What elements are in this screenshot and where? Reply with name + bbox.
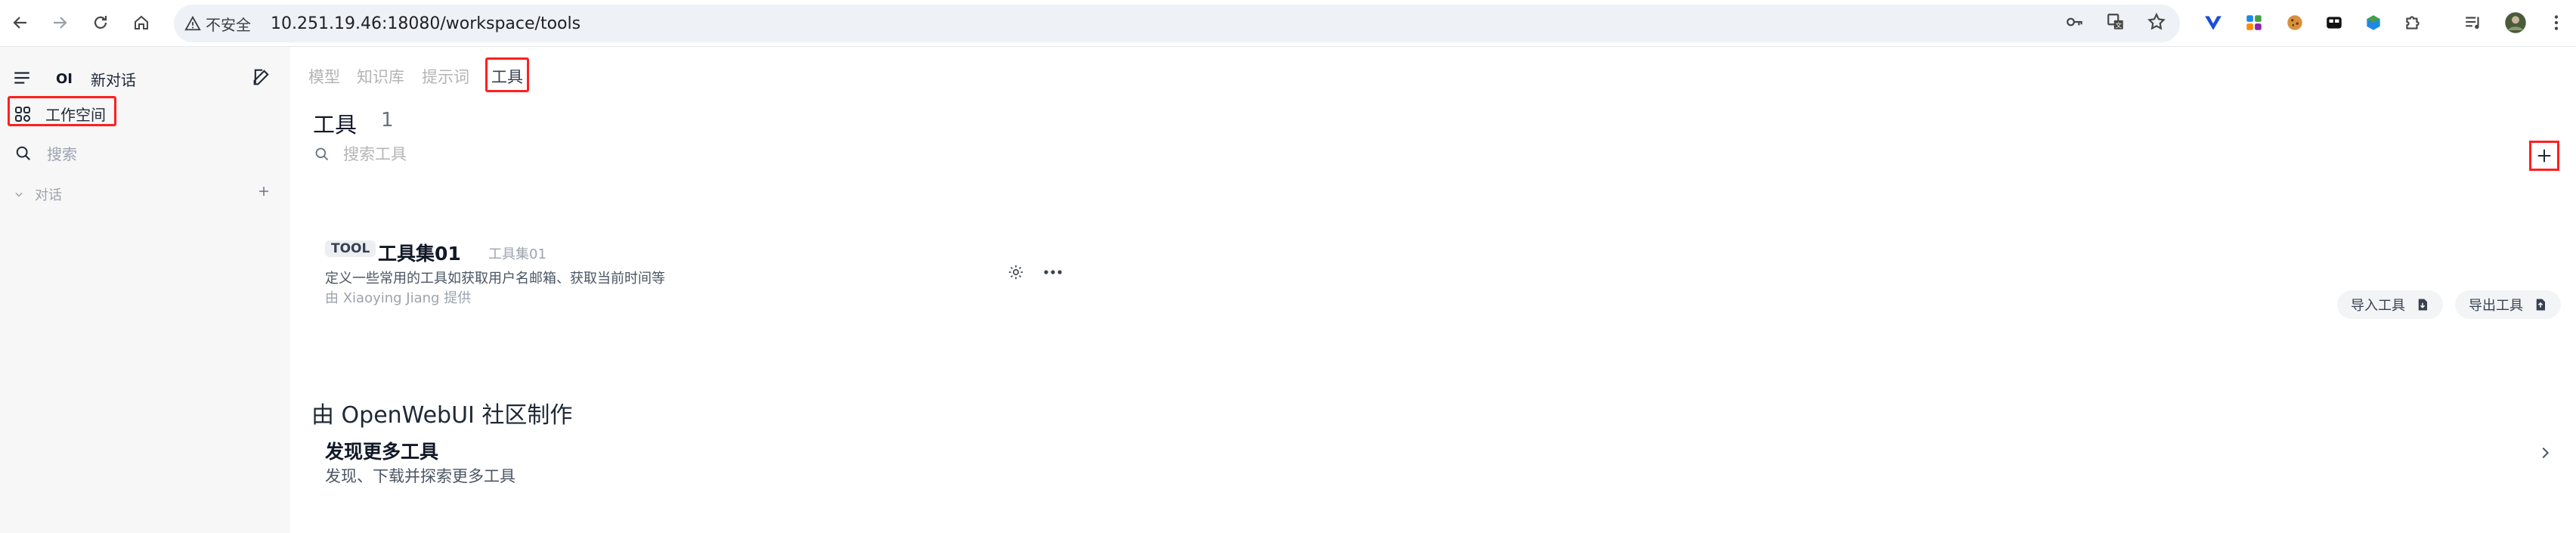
- translate-icon[interactable]: 文: [2106, 12, 2126, 35]
- page-title: 工具: [313, 112, 358, 138]
- svg-text:文: 文: [2115, 21, 2122, 30]
- home-icon[interactable]: [125, 7, 157, 39]
- tab-prompts[interactable]: 提示词: [422, 65, 469, 88]
- tab-tools[interactable]: 工具: [491, 65, 523, 88]
- sidebar-search[interactable]: 搜索: [15, 142, 77, 164]
- menu-icon[interactable]: [2544, 11, 2568, 35]
- tool-author: 由 Xiaoying Jiang 提供: [325, 290, 472, 306]
- forward-icon[interactable]: [44, 7, 76, 39]
- export-tools-label: 导出工具: [2469, 298, 2523, 314]
- sidebar: OI 新对话 工作空间 搜索 对话: [0, 47, 290, 533]
- cast-extension-icon[interactable]: [2322, 11, 2346, 35]
- cookie-extension-icon[interactable]: [2283, 11, 2307, 35]
- new-chat-button[interactable]: OI 新对话: [56, 68, 136, 90]
- warning-icon: [184, 15, 201, 31]
- apps-extension-icon[interactable]: [2242, 11, 2266, 35]
- tool-name: 工具集01: [378, 243, 461, 265]
- tool-badge: TOOL: [325, 240, 376, 257]
- chevron-right-icon[interactable]: [2537, 445, 2553, 464]
- key-icon[interactable]: [2065, 12, 2085, 35]
- logo: OI: [56, 71, 73, 87]
- discover-subtitle: 发现、下载并探索更多工具: [325, 467, 516, 485]
- browser-toolbar: 不安全 10.251.19.46:18080/workspace/tools 文: [0, 0, 2576, 47]
- file-export-icon: [2536, 299, 2545, 311]
- puzzle-icon[interactable]: [2401, 11, 2425, 35]
- chats-section-toggle[interactable]: 对话: [14, 184, 62, 204]
- search-icon: [315, 147, 329, 161]
- tab-models[interactable]: 模型: [308, 65, 340, 88]
- more-options-icon[interactable]: [1042, 262, 1064, 283]
- security-indicator[interactable]: 不安全: [184, 13, 251, 35]
- reload-icon[interactable]: [85, 7, 116, 39]
- chats-section-label: 对话: [35, 187, 62, 203]
- sync-extension-icon[interactable]: [2361, 11, 2386, 35]
- sidebar-toggle-icon[interactable]: [12, 68, 32, 88]
- tool-search: [314, 145, 721, 163]
- community-title: 由 OpenWebUI 社区制作: [311, 402, 573, 429]
- new-chat-label: 新对话: [91, 71, 136, 89]
- back-icon[interactable]: [5, 7, 36, 39]
- workspace-label: 工作空间: [45, 106, 106, 124]
- plus-icon: [2537, 149, 2551, 163]
- sidebar-search-placeholder: 搜索: [47, 145, 77, 163]
- search-icon: [16, 146, 30, 160]
- import-tools-button[interactable]: 导入工具: [2337, 290, 2443, 319]
- tab-knowledge[interactable]: 知识库: [357, 65, 404, 88]
- export-tools-button[interactable]: 导出工具: [2455, 290, 2561, 319]
- tool-id: 工具集01: [488, 246, 546, 262]
- security-label: 不安全: [206, 15, 251, 34]
- reading-list-icon[interactable]: [2461, 11, 2485, 35]
- main-content: 模型 知识库 提示词 工具 工具 1 TOOL 工具集01 工具集01 定义一些…: [290, 47, 2576, 533]
- discover-title[interactable]: 发现更多工具: [325, 437, 438, 464]
- import-tools-label: 导入工具: [2351, 298, 2405, 314]
- chevron-down-icon: [15, 192, 23, 197]
- add-folder-icon[interactable]: [257, 184, 271, 198]
- url-text[interactable]: 10.251.19.46:18080/workspace/tools: [271, 14, 581, 33]
- tool-card[interactable]: TOOL 工具集01 工具集01 定义一些常用的工具如获取用户名邮箱、获取当前时…: [320, 191, 1062, 311]
- vue-extension-icon[interactable]: [2201, 11, 2225, 35]
- edit-icon[interactable]: [251, 67, 272, 88]
- tool-description: 定义一些常用的工具如获取用户名邮箱、获取当前时间等: [325, 271, 665, 287]
- address-bar[interactable]: 不安全 10.251.19.46:18080/workspace/tools 文: [174, 5, 2180, 42]
- tool-count: 1: [381, 109, 394, 132]
- profile-avatar[interactable]: [2503, 11, 2528, 35]
- gear-icon[interactable]: [1005, 262, 1026, 283]
- add-tool-button[interactable]: [2529, 141, 2559, 171]
- grid-icon: [15, 106, 30, 122]
- sidebar-item-workspace[interactable]: 工作空间: [14, 103, 106, 125]
- tool-search-input[interactable]: [343, 145, 721, 163]
- star-icon[interactable]: [2147, 12, 2166, 35]
- file-import-icon: [2418, 299, 2427, 311]
